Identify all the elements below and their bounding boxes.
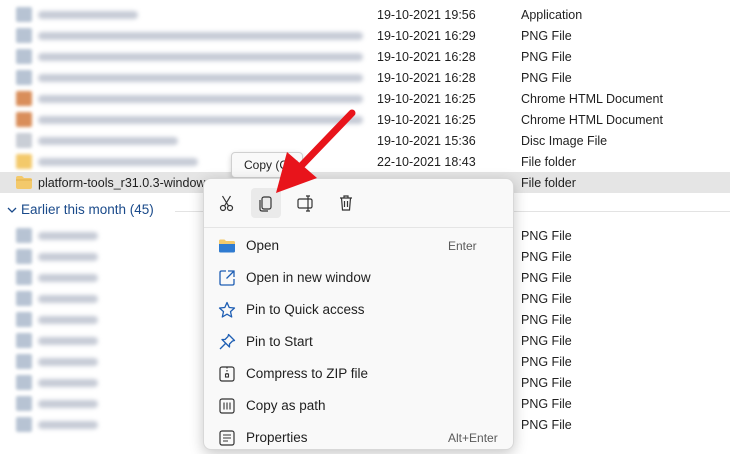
annotation-arrow [276, 109, 356, 193]
